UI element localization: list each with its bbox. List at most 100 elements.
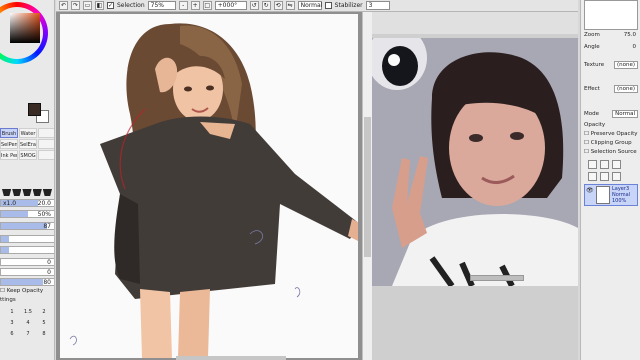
persistence-value: 0 [47,259,51,266]
texture-dropdown[interactable]: (none) [613,61,638,69]
size-preset[interactable]: 5 [36,318,52,329]
digital-painting-illustration [69,23,358,358]
size-preset[interactable]: 3 [4,318,20,329]
effect-dropdown[interactable]: (none) [613,85,638,93]
reset-view-icon[interactable]: □ [202,1,212,10]
brush-tip-icon[interactable] [2,189,12,196]
saturation-value-picker[interactable] [10,13,40,43]
copy-layer-icon[interactable] [588,172,597,181]
new-linework-layer-icon[interactable] [600,160,609,169]
tool-seleras[interactable]: SelEras [19,139,37,149]
brush-size-slider[interactable]: x1.0 20.0 [0,199,54,207]
brush-size-value: 20.0 [37,200,51,207]
new-layer-icon[interactable] [588,160,597,169]
webcam-video [372,38,578,286]
canvas-vertical-scrollbar[interactable] [362,12,372,360]
layer-opacity: 100% [612,198,627,204]
navigator-thumbnail[interactable] [584,0,638,30]
flip-icon[interactable]: ⇋ [285,1,295,10]
blur-slider[interactable]: 0 [0,268,54,276]
rotate-left-icon[interactable]: ↺ [249,1,259,10]
zoom-out-icon[interactable]: - [178,1,188,10]
tool-smog[interactable]: SMOG [19,150,37,160]
tool-brush[interactable]: Brush [0,128,18,138]
redo-icon[interactable]: ↷ [71,1,80,10]
effect-label: Effect [584,86,600,92]
selection-checkbox[interactable]: ✓ [107,2,114,9]
blending-slider[interactable] [0,235,54,243]
reset-rotation-icon[interactable]: ⟲ [273,1,283,10]
size-preset[interactable]: 7 [20,329,36,340]
layer-thumbnail [596,186,610,204]
merge-down-icon[interactable] [600,172,609,181]
size-preset[interactable]: 2 [36,307,52,318]
nav-zoom-value[interactable]: 75.0 [622,32,638,40]
preserve-opacity-checkbox[interactable]: ☐ Preserve Opacity [584,131,637,137]
selection-label: Selection [117,2,145,9]
webcam-scrollbar [470,275,524,281]
size-preset[interactable]: 1 [4,307,20,318]
invert-icon[interactable]: ◧ [95,1,104,10]
brush-size-presets: 1 1.5 2 3 4 5 6 7 8 [4,307,52,340]
nav-angle-value[interactable]: 0 [631,44,639,52]
min-size-value: 50% [37,211,51,218]
brush-size-multiplier: x1.0 [3,200,17,207]
new-folder-icon[interactable] [612,160,621,169]
dilution-slider[interactable] [0,246,54,254]
tool-empty-2[interactable] [38,139,54,149]
webcam-person-image [372,38,578,286]
zoom-in-icon[interactable]: + [190,1,200,10]
tool-empty-3[interactable] [38,150,54,160]
primary-color-swatch[interactable] [28,103,41,116]
brush-tip-icon[interactable] [42,189,53,196]
tool-ink-pen[interactable]: Ink Pen [0,150,18,160]
angle-label: Angle [584,44,600,50]
blend-mode-dropdown[interactable]: Normal [297,1,322,10]
zoom-field[interactable]: 75% [147,1,176,10]
density-slider[interactable]: 87 [0,222,54,230]
size-preset[interactable]: 1.5 [20,307,36,318]
delete-layer-icon[interactable] [612,172,621,181]
webcam-overlay [372,12,578,360]
deselect-icon[interactable]: ▭ [83,1,92,10]
blend-mode-field[interactable]: Normal [612,110,638,118]
stabilizer-checkbox[interactable] [324,2,332,9]
undo-icon[interactable]: ↶ [59,1,68,10]
eye-icon[interactable]: 👁 [586,187,594,194]
clipping-group-checkbox[interactable]: ☐ Clipping Group [584,140,632,146]
keep-opacity-label: Keep Opacity [6,288,44,294]
layer-row-active[interactable]: 👁 Layer3 Normal 100% [584,184,638,206]
size-preset[interactable]: 8 [36,329,52,340]
tool-water[interactable]: Water [19,128,37,138]
brush-tip-shapes[interactable] [2,186,53,196]
paint-tool-sai-window: Brush Water SelPen SelEras Ink Pen SMOG … [0,0,640,360]
brush-tip-icon[interactable] [22,189,32,196]
tool-selpen[interactable]: SelPen [0,139,18,149]
layer-panel: Zoom 75.0 Angle 0 Texture (none) Effect … [580,0,640,360]
stabilizer-label: Stabilizer [334,2,363,9]
size-preset[interactable]: 6 [4,329,20,340]
keep-opacity-checkbox[interactable]: ☐ Keep Opacity [0,288,43,294]
angle-field[interactable]: +000° [214,1,247,10]
stabilizer-dropdown[interactable]: 3 [365,1,390,10]
rotate-right-icon[interactable]: ↻ [261,1,271,10]
drawing-canvas[interactable] [60,14,358,358]
selection-source-checkbox[interactable]: ☐ Selection Source [584,149,637,155]
persistence-slider[interactable]: 0 [0,258,54,266]
tool-empty-1[interactable] [38,128,54,138]
zoom-label: Zoom [584,32,600,38]
pressure-slider[interactable]: 80 [0,278,54,286]
texture-label: Texture [584,62,605,68]
size-preset[interactable]: 4 [20,318,36,329]
min-size-slider[interactable]: 50% [0,210,54,218]
scroll-thumb[interactable] [364,117,371,257]
webcam-header [372,12,578,34]
brush-tip-icon[interactable] [12,189,22,196]
clipping-group-label: Clipping Group [590,140,632,146]
canvas-horizontal-scrollbar[interactable] [176,356,286,360]
tool-grid: Brush Water SelPen SelEras Ink Pen SMOG [0,128,54,160]
selection-source-label: Selection Source [590,149,637,155]
top-toolbar: ↶ ↷ ▭ ◧ ✓ Selection 75% - + □ +000° ↺ ↻ … [56,0,578,12]
brush-tip-icon[interactable] [32,189,42,196]
density-value: 87 [43,223,51,230]
